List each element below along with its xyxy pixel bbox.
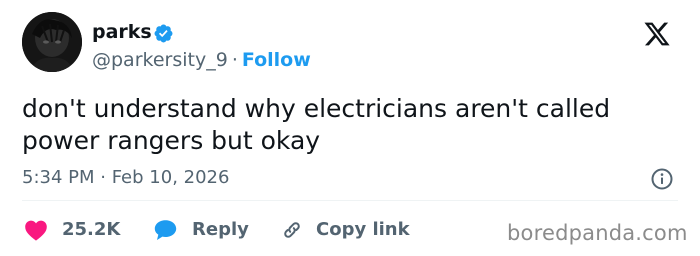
separator-dot: · <box>231 49 238 71</box>
tweet-text: don't understand why electricians aren't… <box>22 94 611 155</box>
copy-link-button[interactable]: Copy link <box>280 216 410 244</box>
watermark: boredpanda.com <box>507 221 688 245</box>
avatar[interactable] <box>22 12 82 72</box>
reply-button[interactable]: Reply <box>153 216 249 244</box>
follow-link[interactable]: Follow <box>242 49 311 71</box>
heart-icon <box>24 219 48 241</box>
x-logo-icon[interactable] <box>642 20 672 48</box>
avatar-image <box>22 12 82 72</box>
divider <box>22 200 678 201</box>
tweet-card: parks @parkersity_9 · Follow don't underst… <box>0 0 700 256</box>
reply-label: Reply <box>192 219 249 240</box>
user-handle[interactable]: @parkersity_9 <box>92 49 228 71</box>
display-name[interactable]: parks <box>92 20 152 44</box>
handle-row: @parkersity_9 · Follow <box>92 48 311 72</box>
copy-link-label: Copy link <box>316 219 410 240</box>
speech-bubble-icon <box>153 218 178 242</box>
verified-badge-icon <box>154 24 173 43</box>
link-icon <box>280 218 304 242</box>
like-count: 25.2K <box>62 219 121 240</box>
like-button[interactable]: 25.2K <box>24 216 120 244</box>
tweet-timestamp[interactable]: 5:34 PM · Feb 10, 2026 <box>22 166 229 190</box>
info-icon[interactable] <box>650 167 674 191</box>
